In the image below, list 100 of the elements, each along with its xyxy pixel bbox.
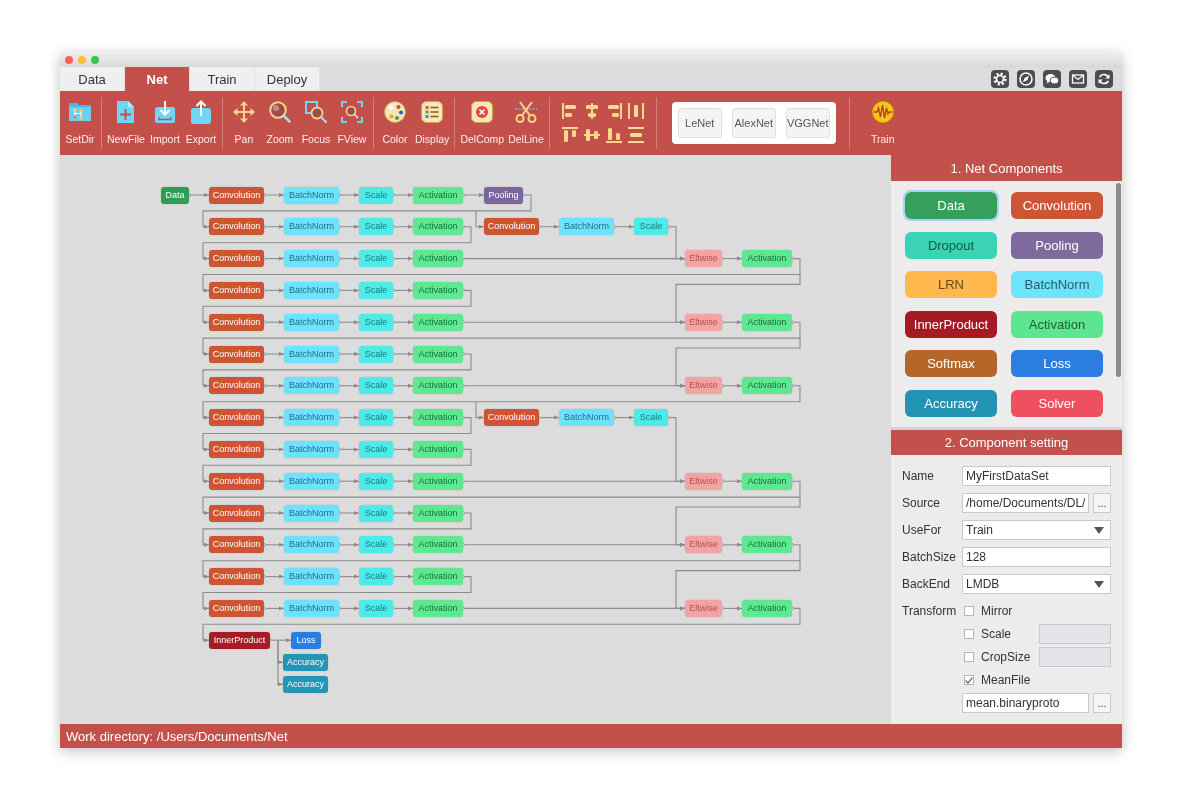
checkbox[interactable] (964, 606, 974, 616)
component-button[interactable]: Convolution (1009, 190, 1105, 221)
layer-node: BatchNorm (284, 505, 339, 522)
align-button[interactable] (583, 103, 600, 119)
component-button[interactable]: Dropout (903, 229, 999, 261)
component-button[interactable]: BatchNorm (1009, 269, 1105, 301)
component-button[interactable]: Solver (1009, 387, 1105, 419)
tool-button[interactable]: DelComp (458, 100, 507, 146)
component-button[interactable]: Data (903, 190, 999, 221)
layer-node: Convolution (209, 600, 264, 617)
layer-node: Convolution (484, 409, 539, 426)
layer-node: Data (161, 187, 189, 204)
dropdown[interactable]: Train (962, 520, 1111, 540)
tool-button[interactable]: Focus (297, 100, 334, 146)
scissors-icon (514, 101, 537, 123)
layer-node: Convolution (209, 377, 264, 394)
compass-icon[interactable] (1017, 70, 1035, 88)
layer-node: BatchNorm (284, 568, 339, 585)
checkbox[interactable] (964, 652, 974, 662)
layer-node: BatchNorm (559, 218, 614, 235)
checkbox[interactable] (964, 675, 974, 685)
tool-button[interactable]: SetDir (62, 100, 98, 146)
layer-node: Activation (413, 409, 463, 426)
close-icon[interactable] (65, 55, 73, 64)
frame-magnifier-icon (340, 101, 363, 123)
component-button[interactable]: LRN (903, 269, 999, 301)
layer-node: Scale (359, 409, 393, 426)
checkbox[interactable] (964, 629, 974, 639)
tab[interactable]: Train (190, 67, 255, 91)
align-button[interactable] (561, 127, 578, 143)
tab[interactable]: Net (125, 67, 190, 91)
align-button[interactable] (627, 127, 644, 143)
browse-button[interactable]: ... (1093, 493, 1111, 513)
layer-node: Activation (742, 473, 792, 490)
component-button[interactable]: Pooling (1009, 229, 1105, 261)
layer-node: BatchNorm (284, 218, 339, 235)
layer-node: Loss (291, 632, 321, 649)
layer-node: Convolution (209, 536, 264, 553)
layer-node: BatchNorm (284, 377, 339, 394)
align-button[interactable] (583, 127, 600, 143)
chat-bubbles-icon[interactable] (1043, 70, 1061, 88)
field-label: Source (902, 496, 942, 510)
maximize-icon[interactable] (91, 55, 99, 64)
browse-button[interactable]: ... (1093, 693, 1111, 713)
settings-icon[interactable] (991, 70, 1009, 88)
align-button[interactable] (605, 127, 622, 143)
tool-button[interactable]: Export (182, 100, 219, 146)
path-field[interactable]: mean.binaryproto (962, 693, 1089, 713)
text-field[interactable]: 128 (962, 547, 1111, 567)
checkmark-icon (965, 676, 973, 684)
path-field[interactable]: /home/Documents/DL/ (962, 493, 1089, 513)
checkbox-label: Mirror (981, 604, 1013, 618)
layer-node: BatchNorm (284, 409, 339, 426)
component-button[interactable]: InnerProduct (903, 308, 999, 340)
tool-button[interactable]: NewFile (105, 100, 147, 146)
preset-button[interactable]: LeNet (677, 108, 722, 138)
text-field[interactable]: MyFirstDataSet (962, 466, 1111, 486)
square-magnifier-icon (304, 101, 327, 123)
checkbox-label: MeanFile (981, 673, 1031, 687)
checkbox-label: Scale (981, 627, 1012, 641)
align-button[interactable] (561, 103, 578, 119)
tool-button[interactable]: Pan (225, 100, 262, 146)
tab[interactable]: Deploy (255, 67, 320, 91)
align-right-icon (605, 103, 622, 119)
checkbox-label: CropSize (981, 650, 1031, 664)
field-label: Transform (902, 603, 958, 620)
component-button[interactable]: Softmax (903, 348, 999, 380)
component-button[interactable]: Loss (1009, 348, 1105, 380)
magnifier-icon (268, 101, 291, 123)
caret-icon (1094, 526, 1104, 534)
scrollbar[interactable] (1116, 183, 1121, 377)
refresh-icon[interactable] (1095, 70, 1113, 88)
layer-node: Convolution (209, 568, 264, 585)
move-arrows-icon (232, 101, 255, 123)
align-middle-icon (583, 127, 600, 143)
tool-button[interactable]: Zoom (261, 100, 298, 146)
layer-node: BatchNorm (284, 536, 339, 553)
train-button[interactable]: Train (864, 100, 901, 146)
tool-button[interactable]: Color (376, 100, 413, 146)
layer-node: Activation (413, 441, 463, 458)
preset-button[interactable]: VGGNet (785, 108, 830, 138)
field-label: UseFor (902, 523, 943, 537)
preset-button[interactable]: AlexNet (731, 108, 776, 138)
component-button[interactable]: Accuracy (903, 387, 999, 419)
align-button[interactable] (605, 103, 622, 119)
connector-line (612, 224, 635, 229)
layer-node: Convolution (209, 346, 264, 363)
dropdown[interactable]: LMDB (962, 574, 1111, 594)
tool-button[interactable]: FView (333, 100, 370, 146)
align-top-icon (561, 127, 578, 143)
mail-icon[interactable] (1069, 70, 1087, 88)
tab[interactable]: Data (60, 67, 125, 91)
layer-node: Scale (359, 314, 393, 331)
tool-button[interactable]: Display (412, 100, 452, 146)
palette-icon (383, 101, 406, 123)
component-button[interactable]: Activation (1009, 308, 1105, 340)
tool-button[interactable]: DelLine (506, 100, 546, 146)
layer-node: Activation (742, 377, 792, 394)
tool-button[interactable]: Import (146, 100, 183, 146)
align-button[interactable] (627, 103, 644, 119)
